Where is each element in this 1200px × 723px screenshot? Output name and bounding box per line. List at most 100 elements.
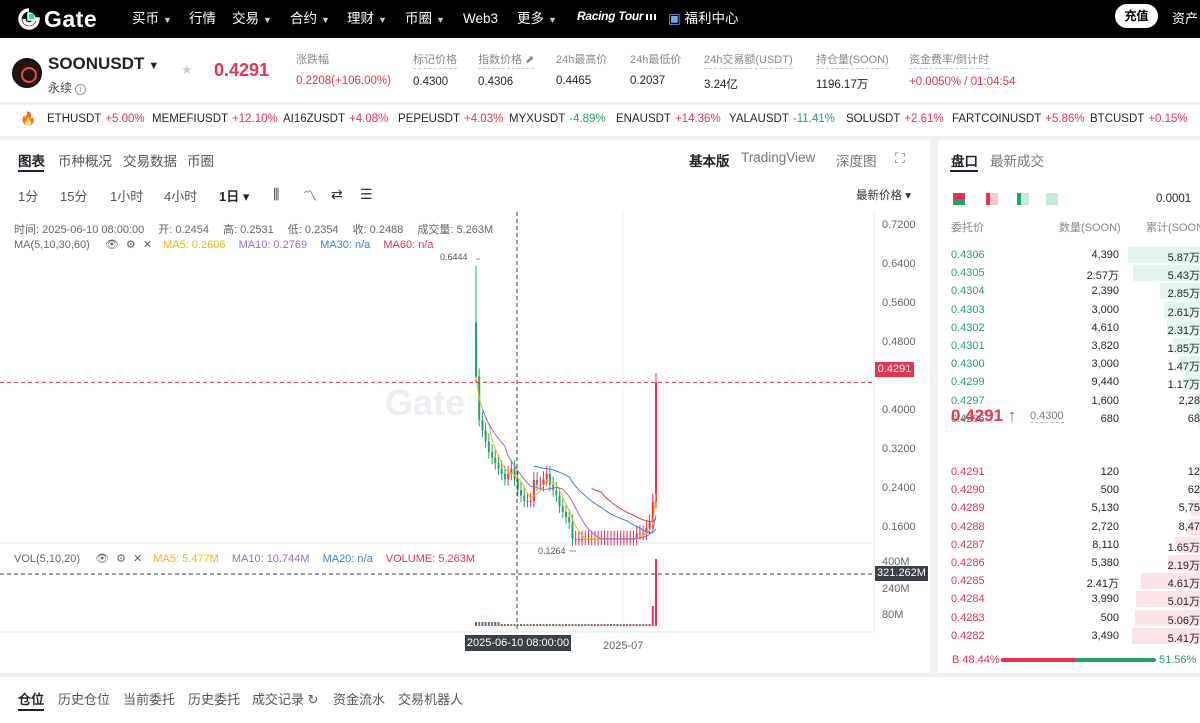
order-price: 0.4297 — [951, 394, 985, 407]
order-cum: 5.06万 — [1167, 614, 1200, 627]
bid-row[interactable]: 0.4291 120 12 — [938, 463, 1200, 481]
book-view-asks-icon[interactable] — [986, 193, 998, 205]
header-cum: 累计(SOON) — [1146, 222, 1200, 234]
order-cum: 1.17万 — [1167, 379, 1200, 392]
tab-open-orders[interactable]: 当前委托 — [123, 689, 175, 708]
volume-bar — [536, 624, 539, 626]
ask-row[interactable]: 0.4299 9,440 1.17万 — [938, 373, 1200, 391]
order-cum: 5.87万 — [1167, 252, 1200, 264]
bid-row[interactable]: 0.4284 3,990 5.01万 — [938, 590, 1200, 608]
order-qty: 8,110 — [1092, 538, 1119, 551]
ask-row[interactable]: 0.4305 2.57万 5.43万 — [938, 264, 1200, 282]
order-qty: 9,440 — [1091, 376, 1119, 389]
hot-ticker-item[interactable]: BTCUSDT +0.15% — [1090, 113, 1188, 125]
volume-bar — [507, 624, 510, 626]
bid-row[interactable]: 0.4285 2.41万 4.61万 — [938, 572, 1200, 590]
order-cum: 62 — [1187, 484, 1200, 497]
ask-row[interactable]: 0.4301 3,820 1.85万 — [938, 337, 1200, 355]
price-step-select[interactable]: 0.0001 — [1156, 193, 1191, 205]
order-qty: 2,720 — [1091, 520, 1119, 533]
nav-assets[interactable]: 资产 — [1172, 0, 1198, 38]
order-qty: 120 — [1100, 466, 1119, 478]
tab-order-book[interactable]: 盘口 — [951, 150, 978, 170]
volume-bar — [494, 622, 497, 626]
ticker-symbol: FARTCOINUSDT — [952, 113, 1042, 125]
more-icon[interactable]: ⋮ — [1195, 150, 1200, 166]
volume-bar — [513, 624, 516, 626]
candle-body — [655, 382, 657, 502]
volume-bar — [552, 624, 555, 626]
bid-row[interactable]: 0.4289 5,130 5,75 — [938, 499, 1200, 517]
ask-row[interactable]: 0.4302 4,610 2.31万 — [938, 319, 1200, 337]
volume-bar — [555, 624, 558, 626]
book-mid-price: 0.4291 ↑ — [951, 406, 1017, 425]
volume-bar — [622, 624, 625, 626]
bid-row[interactable]: 0.4286 5,380 2.19万 — [938, 554, 1200, 572]
order-qty: 3,000 — [1091, 358, 1119, 371]
order-price: 0.4299 — [951, 376, 985, 389]
hot-ticker-item[interactable]: FARTCOINUSDT +5.86% — [952, 113, 1085, 125]
candle-body — [503, 473, 506, 480]
tab-position-history[interactable]: 历史仓位 — [58, 689, 110, 708]
crosshair-date-tag: 2025-06-10 08:00:00 — [465, 635, 571, 651]
order-price: 0.4303 — [951, 303, 985, 316]
volume-bar — [520, 624, 522, 626]
deposit-button[interactable]: 充值 — [1115, 4, 1158, 28]
ask-row[interactable]: 0.4306 4,390 5.87万 — [938, 246, 1200, 264]
bid-row[interactable]: 0.4283 500 5.06万 — [938, 609, 1200, 627]
bid-row[interactable]: 0.4282 3,490 5.41万 — [938, 627, 1200, 645]
order-qty: 2,390 — [1091, 285, 1119, 298]
candle-body — [475, 322, 477, 377]
volume-bar — [526, 624, 529, 626]
tab-recent-trades[interactable]: 最新成交 — [990, 150, 1044, 170]
candle-body — [481, 419, 484, 431]
sell-ratio: 51.56% — [1159, 654, 1197, 666]
ma60-line — [591, 488, 657, 522]
order-qty: 3,820 — [1091, 340, 1119, 352]
price-chart[interactable] — [0, 0, 930, 673]
volume-bar — [606, 624, 609, 626]
order-qty: 2.41万 — [1086, 578, 1119, 591]
order-price: 0.4289 — [951, 502, 985, 515]
tab-positions[interactable]: 仓位 — [18, 689, 44, 708]
volume-bar — [478, 622, 481, 626]
tab-order-history[interactable]: 历史委托 — [188, 689, 240, 708]
volume-bar — [587, 624, 590, 626]
candle-body — [532, 479, 535, 501]
tab-trade-history[interactable]: 成交记录 ↻ — [252, 689, 319, 708]
order-qty: 3,490 — [1091, 629, 1119, 642]
order-price: 0.4301 — [951, 340, 985, 352]
order-cum: 1.85万 — [1167, 343, 1200, 355]
order-price: 0.4287 — [951, 538, 985, 551]
volume-bar — [568, 624, 571, 626]
candle-body — [574, 538, 577, 540]
current-price-tag: 0.4291 — [875, 362, 914, 377]
bid-row[interactable]: 0.4287 8,110 1.65万 — [938, 536, 1200, 554]
ask-row[interactable]: 0.4303 3,000 2.61万 — [938, 301, 1200, 319]
volume-bar — [545, 624, 548, 626]
ask-row[interactable]: 0.4304 2,390 2.85万 — [938, 282, 1200, 300]
book-mark-price: 0.4300 — [1030, 410, 1064, 423]
bid-row[interactable]: 0.4288 2,720 8,47 — [938, 518, 1200, 536]
chevron-right-icon[interactable]: › — [1196, 408, 1200, 422]
candle-body — [545, 473, 548, 480]
candle-body — [487, 441, 490, 453]
order-price: 0.4286 — [951, 557, 985, 569]
candle-body — [523, 495, 526, 501]
tab-fund-flow[interactable]: 资金流水 — [333, 689, 385, 708]
book-view-both-icon[interactable] — [953, 193, 965, 205]
tab-trading-bot[interactable]: 交易机器人 — [398, 689, 463, 708]
volume-bar — [600, 624, 603, 626]
price-axis-tick: 0.4800 — [882, 336, 916, 348]
book-view-bids2-icon[interactable] — [1046, 193, 1058, 205]
order-cum: 5.01万 — [1167, 596, 1200, 609]
order-cum: 8,47 — [1178, 520, 1200, 533]
order-cum: 2.61万 — [1167, 306, 1200, 319]
bid-row[interactable]: 0.4290 500 62 — [938, 481, 1200, 499]
buy-sell-ratio: B 48.44% — [952, 654, 1000, 666]
book-view-bids-icon[interactable] — [1017, 193, 1029, 205]
volume-bar — [613, 624, 616, 626]
candle-body — [539, 484, 542, 486]
candle-body — [520, 490, 522, 496]
ask-row[interactable]: 0.4300 3,000 1.47万 — [938, 355, 1200, 373]
